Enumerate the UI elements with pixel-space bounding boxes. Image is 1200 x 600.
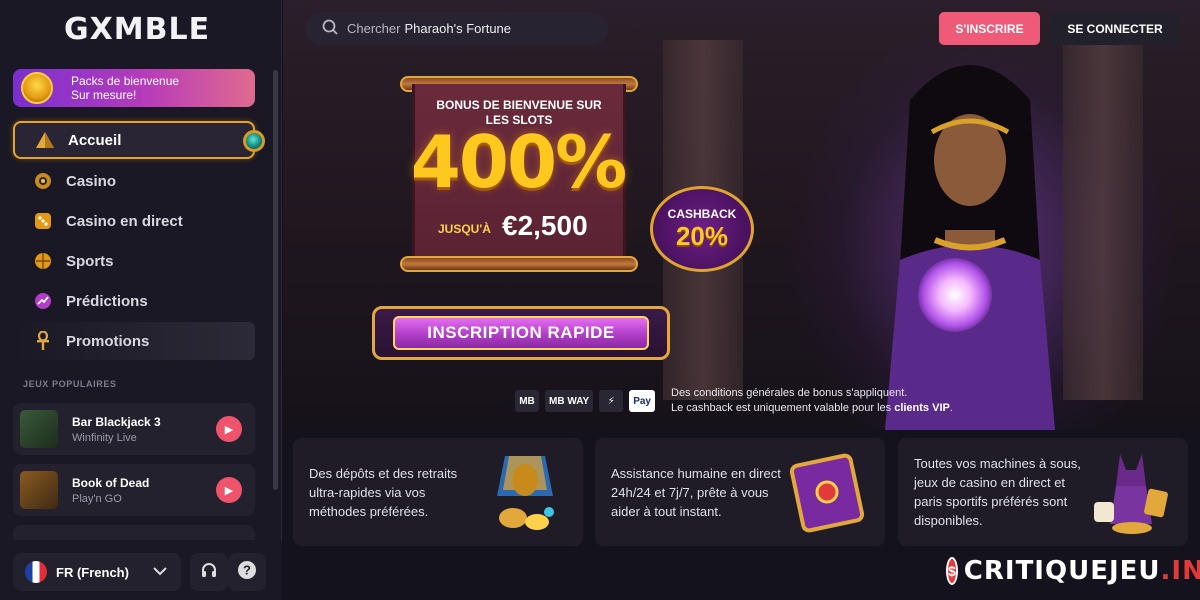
game-name: Bar Blackjack 3 xyxy=(72,414,161,429)
france-flag-icon xyxy=(25,561,47,583)
sidebar-item-predictions[interactable]: Prédictions xyxy=(13,282,255,320)
feature-card-payments: Des dépôts et des retraits ultra-rapides… xyxy=(293,438,583,546)
help-button[interactable]: ? xyxy=(228,553,266,591)
game-card[interactable]: Book of Dead Play'n GO ▶ xyxy=(13,464,255,516)
casino-chip-icon xyxy=(33,171,53,191)
help-icon: ? xyxy=(237,560,257,585)
apple-pay-logo: Pay xyxy=(629,390,655,412)
brand-logo[interactable]: GXMBLE xyxy=(64,12,210,47)
terms-line-1: Des conditions générales de bonus s'appl… xyxy=(671,387,908,399)
sidebar-item-sports[interactable]: Sports xyxy=(13,242,255,280)
crystal-orb xyxy=(918,258,992,332)
scarab-icon xyxy=(21,72,53,104)
play-icon: ▶ xyxy=(224,484,234,497)
welcome-pack-subtitle: Sur mesure! xyxy=(71,88,137,102)
scroll-rod-bottom xyxy=(400,256,638,272)
login-button[interactable]: SE CONNECTER xyxy=(1051,12,1179,45)
sidebar-footer: FR (French) ? xyxy=(0,540,282,600)
feature-text: Assistance humaine en direct 24h/24 et 7… xyxy=(611,465,781,519)
sorceress-illustration xyxy=(885,65,1055,430)
fast-payment-logo: ⚡ xyxy=(599,390,624,412)
game-thumbnail xyxy=(20,471,58,509)
chevron-down-icon xyxy=(153,565,167,579)
bonus-amount: €2,500 xyxy=(502,210,588,241)
sidebar-item-label: Casino en direct xyxy=(66,212,183,230)
watermark-text: CRITIQUEJEU.INFO xyxy=(963,556,1200,586)
sidebar-item-label: Prédictions xyxy=(66,292,148,310)
game-name: Book of Dead xyxy=(72,475,150,490)
sidebar-item-label: Accueil xyxy=(68,131,122,149)
popular-games-heading: JEUX POPULAIRES xyxy=(23,379,117,389)
gem-icon xyxy=(243,130,265,152)
play-button[interactable]: ▶ xyxy=(216,477,242,503)
bonus-heading-line1: BONUS DE BIENVENUE SUR xyxy=(436,98,602,112)
language-select[interactable]: FR (French) xyxy=(13,553,181,591)
feature-text: Des dépôts et des retraits ultra-rapides… xyxy=(309,465,458,519)
book-icon xyxy=(789,453,865,533)
language-label: FR (French) xyxy=(56,564,129,580)
cat-statue-icon xyxy=(1094,454,1168,534)
bonus-percentage: 400% xyxy=(410,120,627,204)
sidebar-item-casino[interactable]: Casino xyxy=(13,162,255,200)
vip-highlight: clients VIP xyxy=(894,402,950,414)
cashback-percentage: 20% xyxy=(675,220,729,251)
search-suggestion: Pharaoh's Fortune xyxy=(404,21,512,36)
game-thumbnail xyxy=(20,410,58,448)
search-placeholder: Chercher xyxy=(347,21,401,36)
feature-text: Toutes vos machines à sous, jeux de casi… xyxy=(914,456,1081,528)
play-button[interactable]: ▶ xyxy=(216,416,242,442)
pyramid-icon xyxy=(35,130,55,150)
feature-card-games: Toutes vos machines à sous, jeux de casi… xyxy=(898,438,1188,546)
sidebar-item-label: Casino xyxy=(66,172,117,190)
feature-card-support: Assistance humaine en direct 24h/24 et 7… xyxy=(595,438,885,546)
headset-icon xyxy=(200,561,218,584)
mbway-logo: MB WAY xyxy=(545,390,594,412)
sidebar: GXMBLE Packs de bienvenue Sur mesure! Ac… xyxy=(0,0,282,600)
svg-text:?: ? xyxy=(243,562,251,577)
play-icon: ▶ xyxy=(224,423,234,436)
sidebar-item-promotions[interactable]: Promotions xyxy=(13,322,255,360)
cashback-label: CASHBACK xyxy=(667,206,737,221)
welcome-pack-banner[interactable]: Packs de bienvenue Sur mesure! xyxy=(13,69,255,107)
game-card[interactable]: Bar Blackjack 3 Winfinity Live ▶ xyxy=(13,403,255,455)
cashback-badge: CASHBACK 20% xyxy=(650,186,754,272)
dice-icon xyxy=(33,211,53,231)
sidebar-item-casino-en-direct[interactable]: Casino en direct xyxy=(13,202,255,240)
quick-signup-label: INSCRIPTION RAPIDE xyxy=(393,316,649,350)
sidebar-item-label: Promotions xyxy=(66,332,150,350)
watermark: $ CRITIQUEJEU.INFO xyxy=(946,553,1200,589)
sidebar-item-label: Sports xyxy=(66,252,114,270)
register-button[interactable]: S'INSCRIRE xyxy=(939,12,1040,45)
payment-methods: MB MB WAY ⚡ Pay xyxy=(515,390,655,412)
game-provider: Play'n GO xyxy=(72,492,122,505)
search-input[interactable]: Chercher Pharaoh's Fortune xyxy=(305,12,608,45)
pharaoh-icon xyxy=(497,456,554,530)
sidebar-item-accueil[interactable]: Accueil xyxy=(13,121,265,159)
bonus-upto-label: JUSQU'À xyxy=(438,222,491,236)
multibanco-logo: MB xyxy=(515,390,539,412)
ball-icon xyxy=(33,251,53,271)
search-icon xyxy=(322,19,338,38)
trend-icon xyxy=(33,291,53,311)
game-provider: Winfinity Live xyxy=(72,431,137,444)
watermark-badge: $ xyxy=(946,557,958,585)
ankh-icon xyxy=(33,331,53,351)
welcome-pack-title: Packs de bienvenue xyxy=(71,74,180,88)
terms-line-2: Le cashback est uniquement valable pour … xyxy=(671,402,953,414)
quick-signup-button[interactable]: INSCRIPTION RAPIDE xyxy=(372,306,670,360)
sidebar-scrollbar[interactable] xyxy=(273,70,278,490)
bonus-terms: Des conditions générales de bonus s'appl… xyxy=(671,386,953,416)
support-button[interactable] xyxy=(190,553,228,591)
